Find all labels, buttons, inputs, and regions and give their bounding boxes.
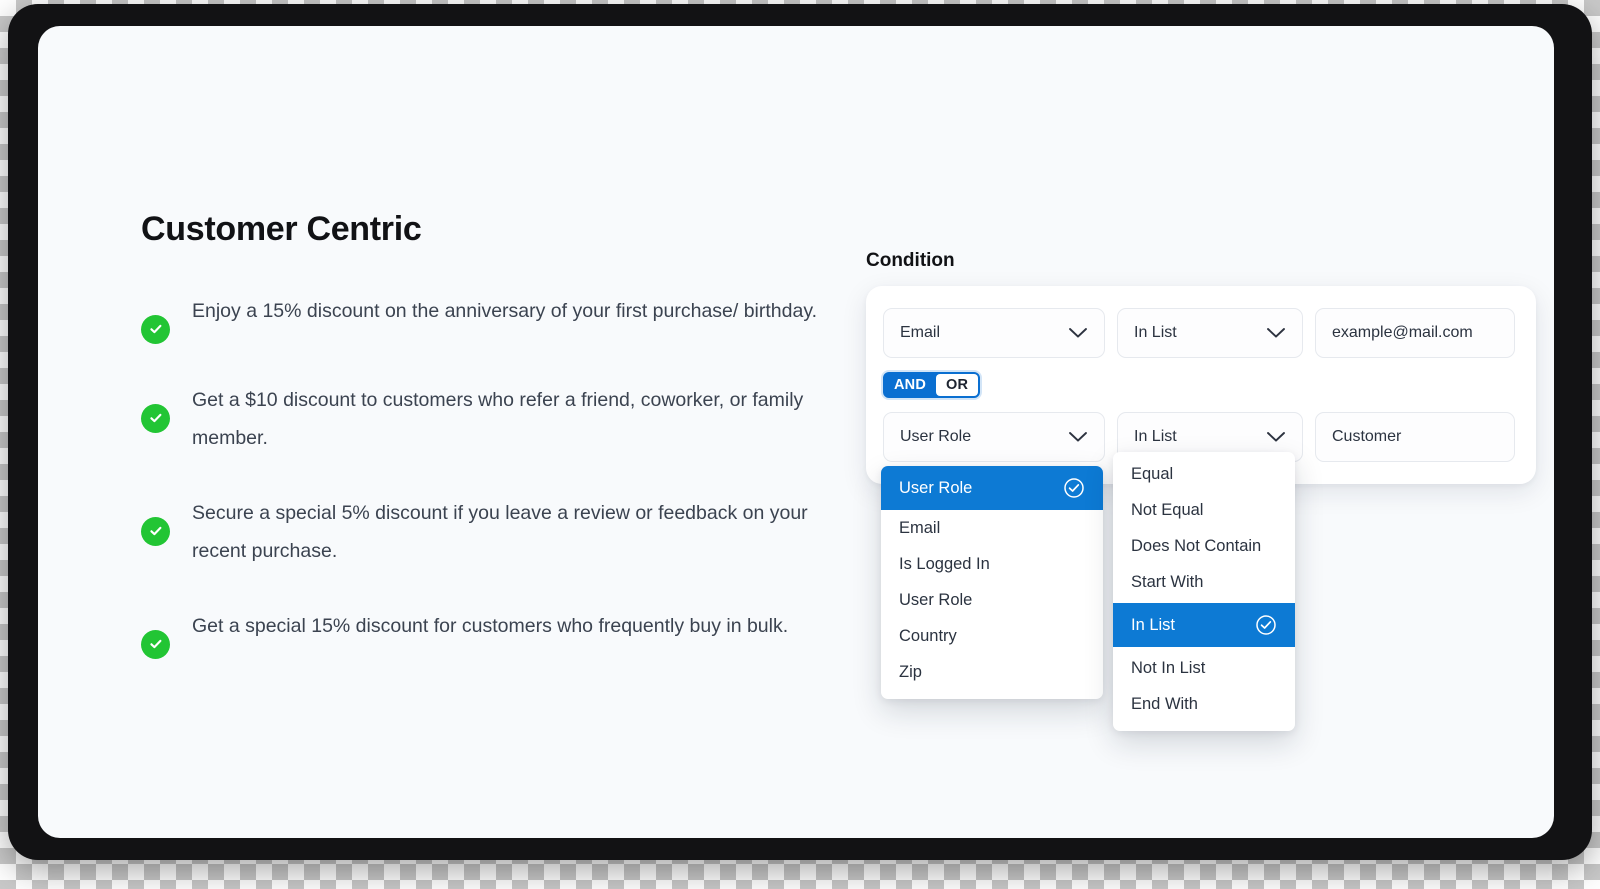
field-select-user-role[interactable]: User Role [883,412,1105,462]
list-item: Enjoy a 15% discount on the anniversary … [141,292,841,344]
field-select-value: Email [900,324,941,341]
chevron-down-icon [1266,327,1286,339]
menu-item-country[interactable]: Country [881,618,1103,654]
condition-row: Email In List example@mail.com [883,308,1536,358]
device-frame: Customer Centric Enjoy a 15% discount on… [8,4,1592,860]
condition-builder: Condition Email In List example@mail.com… [866,250,1536,484]
menu-item-end-with[interactable]: End With [1113,686,1295,722]
value-input-text: Customer [1332,428,1402,445]
app-card: Customer Centric Enjoy a 15% discount on… [38,26,1554,838]
menu-item-label: Not Equal [1131,501,1204,519]
operator-select-value: In List [1134,324,1177,341]
check-circle-icon [141,403,170,433]
menu-item-selected-user-role[interactable]: User Role [881,466,1103,510]
menu-item-not-equal[interactable]: Not Equal [1113,492,1295,528]
operator-select-value: In List [1134,428,1177,445]
benefit-text: Get a $10 discount to customers who refe… [192,388,804,449]
content-column: Customer Centric Enjoy a 15% discount on… [141,209,841,659]
menu-item-start-with[interactable]: Start With [1113,564,1295,600]
menu-item-label: Country [899,627,957,645]
benefit-text: Secure a special 5% discount if you leav… [192,501,808,562]
value-input-row-1[interactable]: example@mail.com [1315,308,1515,358]
menu-item-label: End With [1131,695,1198,713]
logic-operator-toggle[interactable]: AND OR [883,372,981,398]
value-input-row-2[interactable]: Customer [1315,412,1515,462]
menu-item-label: User Role [899,479,973,497]
logic-or-option[interactable]: OR [936,374,979,396]
menu-item-label: Start With [1131,573,1204,591]
menu-item-selected-in-list[interactable]: In List [1113,603,1295,647]
menu-item-user-role[interactable]: User Role [881,582,1103,618]
menu-item-not-in-list[interactable]: Not In List [1113,650,1295,686]
menu-item-label: User Role [899,591,973,609]
operator-dropdown-menu: Equal Not Equal Does Not Contain Start W… [1113,452,1295,731]
check-circle-icon [1255,614,1277,636]
check-circle-icon [141,629,170,659]
menu-item-label: Does Not Contain [1131,537,1262,555]
field-dropdown-menu: User Role Email Is Logged In User Role C… [881,466,1103,699]
menu-item-label: Is Logged In [899,555,990,573]
menu-item-equal[interactable]: Equal [1113,452,1295,492]
chevron-down-icon [1266,431,1286,443]
list-item: Get a special 15% discount for customers… [141,607,841,659]
menu-item-label: In List [1131,616,1176,634]
logic-and-option[interactable]: AND [884,373,937,397]
chevron-down-icon [1068,431,1088,443]
menu-item-label: Equal [1131,465,1174,483]
value-input-text: example@mail.com [1332,324,1473,341]
chevron-down-icon [1068,327,1088,339]
menu-item-label: Not In List [1131,659,1206,677]
menu-item-label: Email [899,519,941,537]
menu-item-does-not-contain[interactable]: Does Not Contain [1113,528,1295,564]
menu-item-label: Zip [899,663,922,681]
benefit-list: Enjoy a 15% discount on the anniversary … [141,292,841,659]
check-circle-icon [141,314,170,344]
menu-item-zip[interactable]: Zip [881,654,1103,690]
list-item: Secure a special 5% discount if you leav… [141,494,841,570]
condition-label: Condition [866,250,955,271]
check-circle-icon [141,516,170,546]
check-circle-icon [1063,477,1085,499]
benefit-text: Get a special 15% discount for customers… [192,614,789,637]
field-select-value: User Role [900,428,972,445]
benefit-text: Enjoy a 15% discount on the anniversary … [192,299,818,322]
page-title: Customer Centric [141,210,422,248]
operator-select-row-1[interactable]: In List [1117,308,1303,358]
list-item: Get a $10 discount to customers who refe… [141,381,841,457]
menu-item-email[interactable]: Email [881,510,1103,546]
menu-item-is-logged-in[interactable]: Is Logged In [881,546,1103,582]
field-select-email[interactable]: Email [883,308,1105,358]
